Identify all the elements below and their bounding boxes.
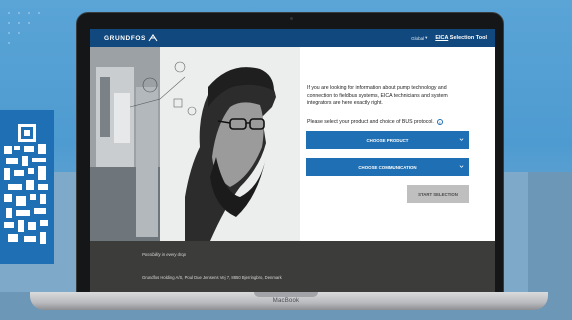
select-prompt-text: Please select your product and choice of…	[307, 119, 434, 125]
region-selector[interactable]: Global ▾	[411, 35, 427, 41]
qr-code-icon	[4, 124, 48, 244]
start-selection-label: START SELECTION	[418, 191, 458, 197]
laptop-notch	[254, 292, 318, 297]
grundfos-logo-icon	[148, 34, 158, 42]
select-prompt: Please select your product and choice of…	[307, 119, 477, 125]
info-icon[interactable]: i	[436, 119, 443, 125]
chevron-down-icon	[459, 138, 464, 141]
app-title: EICA Selection Tool	[435, 35, 487, 41]
intro-text: If you are looking for information about…	[307, 85, 448, 107]
chevron-down-icon	[459, 165, 464, 168]
dot-pattern	[8, 12, 40, 44]
chevron-down-icon: ▾	[425, 35, 428, 40]
footer-address: Grundfos Holding A/S, Poul Due Jensens V…	[142, 275, 282, 280]
site-footer: Possibility in every drop Grundfos Holdi…	[90, 241, 495, 296]
choose-product-dropdown[interactable]: CHOOSE PRODUCT	[306, 131, 469, 149]
choose-communication-label: CHOOSE COMMUNICATION	[358, 164, 417, 170]
header-right: Global ▾ EICA Selection Tool	[411, 35, 487, 41]
app-title-suffix: Selection Tool	[448, 35, 487, 41]
hero-image	[90, 47, 300, 241]
footer-tagline: Possibility in every drop	[142, 252, 186, 257]
region-label: Global	[411, 35, 425, 41]
choose-communication-dropdown[interactable]: CHOOSE COMMUNICATION	[306, 158, 469, 176]
start-selection-button[interactable]: START SELECTION	[407, 185, 469, 203]
brand-name: GRUNDFOS	[104, 34, 146, 42]
app-title-prefix: EICA	[435, 35, 449, 41]
brand-logo[interactable]: GRUNDFOS	[104, 34, 158, 42]
hero-man-factory-image	[90, 47, 300, 241]
site-header: GRUNDFOS Global ▾ EICA Selection Tool	[90, 29, 495, 47]
choose-product-label: CHOOSE PRODUCT	[366, 137, 409, 143]
webcam	[290, 17, 293, 20]
qr-code[interactable]	[0, 110, 54, 264]
browser-screen: GRUNDFOS Global ▾ EICA Selection Tool If…	[90, 29, 495, 296]
device-label: MacBook	[272, 298, 300, 304]
